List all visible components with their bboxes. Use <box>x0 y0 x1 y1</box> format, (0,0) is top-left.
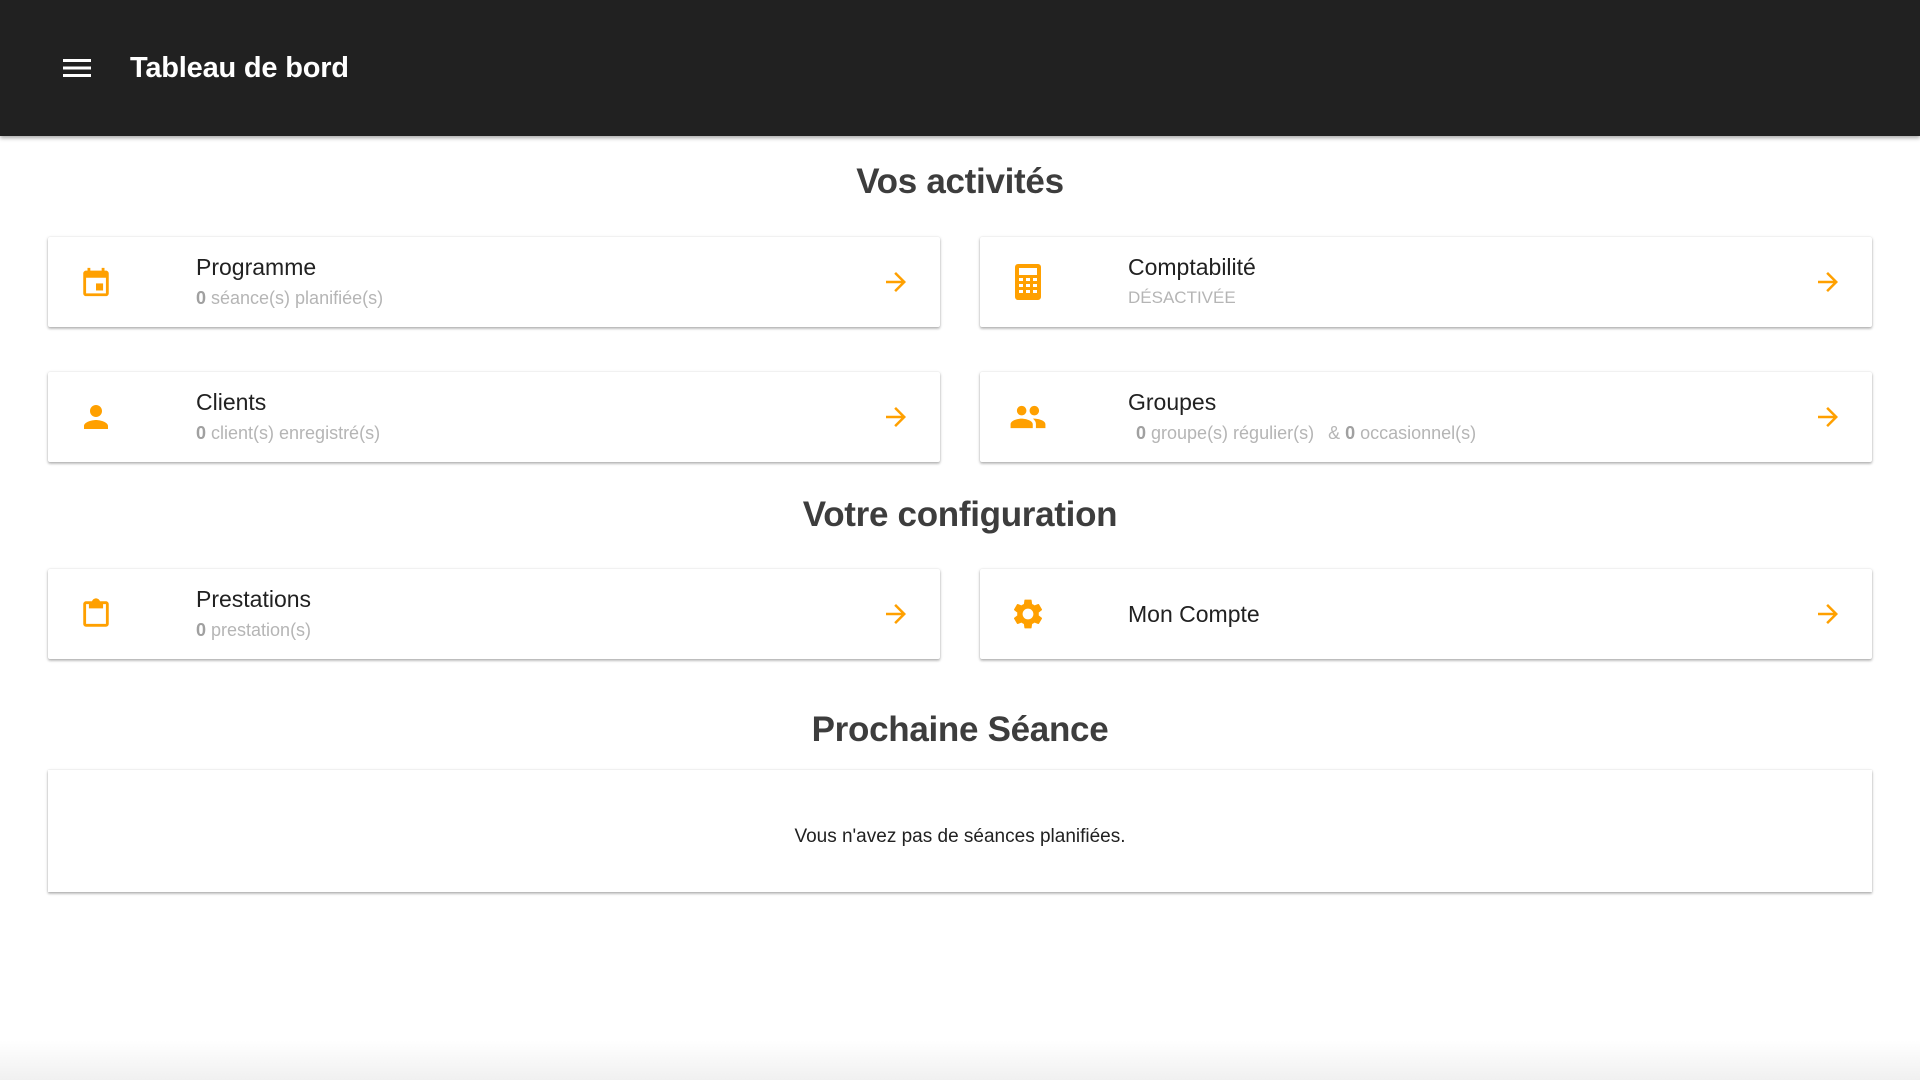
mon-compte-title: Mon Compte <box>1128 601 1260 627</box>
clients-card[interactable]: Clients 0 client(s) enregistré(s) <box>48 372 940 462</box>
groupes-occasional-count: 0 <box>1345 423 1356 443</box>
app-bar: Tableau de bord <box>0 0 1920 136</box>
menu-icon <box>63 59 91 77</box>
dashboard-content: Vos activités Programme 0 séance(s) plan… <box>0 136 1920 1080</box>
next-session-card: Vous n'avez pas de séances planifiées. <box>48 770 1872 892</box>
arrow-forward-icon[interactable] <box>876 262 916 302</box>
menu-button[interactable] <box>47 38 107 98</box>
section-title-configuration: Votre configuration <box>802 495 1118 534</box>
bottom-shadow <box>0 1040 1920 1080</box>
section-title-next-session: Prochaine Séance <box>811 710 1109 749</box>
clients-subtitle: 0 client(s) enregistré(s) <box>196 419 380 447</box>
calendar-icon <box>76 262 116 302</box>
comptabilite-status: désactivée <box>1128 288 1236 307</box>
clients-title: Clients <box>196 389 267 415</box>
programme-text: Programme 0 séance(s) planifiée(s) <box>196 252 383 312</box>
arrow-forward-icon[interactable] <box>876 397 916 437</box>
clients-subtitle-label: client(s) enregistré(s) <box>206 423 381 443</box>
clients-text: Clients 0 client(s) enregistré(s) <box>196 387 380 447</box>
prestations-card[interactable]: Prestations 0 prestation(s) <box>48 569 940 659</box>
arrow-forward-icon[interactable] <box>1808 594 1848 634</box>
comptabilite-card[interactable]: Comptabilité désactivée <box>980 237 1872 327</box>
mon-compte-card[interactable]: Mon Compte <box>980 569 1872 659</box>
gear-icon <box>1008 594 1048 634</box>
arrow-forward-icon[interactable] <box>876 594 916 634</box>
groupes-occasional-label: occasionnel(s) <box>1355 423 1477 443</box>
programme-count: 0 <box>196 288 207 308</box>
groupes-title: Groupes <box>1128 389 1217 415</box>
arrow-forward-icon[interactable] <box>1808 397 1848 437</box>
groupes-card[interactable]: Groupes 0 groupe(s) régulier(s) & 0 occas… <box>980 372 1872 462</box>
calculator-icon <box>1008 262 1048 302</box>
mon-compte-text: Mon Compte <box>1128 599 1260 629</box>
groupes-subtitle: 0 groupe(s) régulier(s) & 0 occasionnel(s… <box>1128 419 1476 447</box>
prestations-count: 0 <box>196 620 207 640</box>
groupes-text: Groupes 0 groupe(s) régulier(s) & 0 occas… <box>1128 387 1476 447</box>
clipboard-icon <box>76 594 116 634</box>
groupes-occasional-prefix: & <box>1328 423 1346 443</box>
programme-card[interactable]: Programme 0 séance(s) planifiée(s) <box>48 237 940 327</box>
programme-title: Programme <box>196 254 317 280</box>
groupes-regular-label: groupe(s) régulier(s) <box>1146 423 1315 443</box>
programme-subtitle-label: séance(s) planifiée(s) <box>206 288 384 308</box>
comptabilite-title: Comptabilité <box>1128 254 1256 280</box>
comptabilite-text: Comptabilité désactivée <box>1128 252 1256 312</box>
clients-count: 0 <box>196 423 207 443</box>
section-title-activities: Vos activités <box>856 162 1064 201</box>
prestations-text: Prestations 0 prestation(s) <box>196 584 311 644</box>
app-title: Tableau de bord <box>130 51 349 84</box>
arrow-forward-icon[interactable] <box>1808 262 1848 302</box>
groupes-regular-count: 0 <box>1136 423 1147 443</box>
programme-subtitle: 0 séance(s) planifiée(s) <box>196 284 383 312</box>
prestations-subtitle-label: prestation(s) <box>206 620 312 640</box>
prestations-subtitle: 0 prestation(s) <box>196 616 311 644</box>
person-icon <box>76 397 116 437</box>
prestations-title: Prestations <box>196 586 312 612</box>
group-icon <box>1008 397 1048 437</box>
no-sessions-message: Vous n'avez pas de séances planifiées. <box>794 826 1126 847</box>
